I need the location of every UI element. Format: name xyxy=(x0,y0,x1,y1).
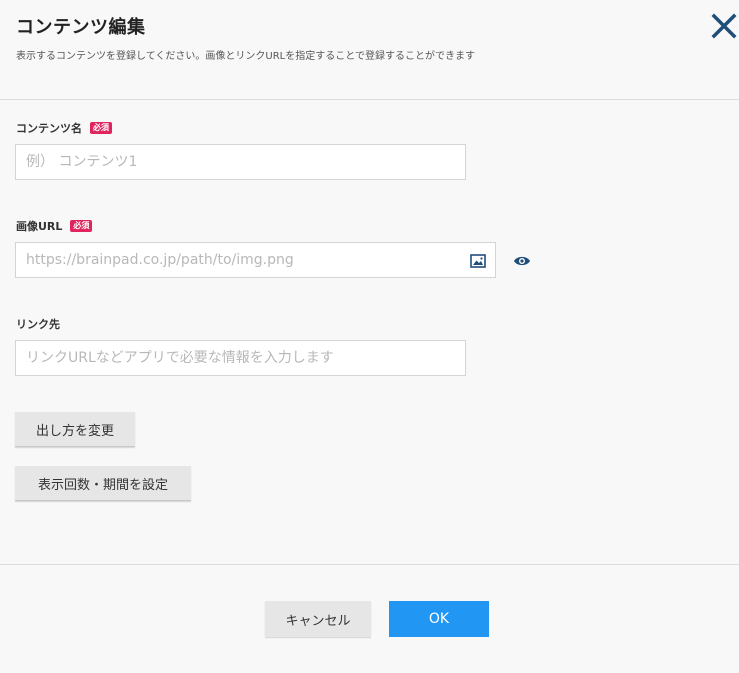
link-label-row: リンク先 xyxy=(16,316,60,332)
required-badge: 必須 xyxy=(90,122,112,134)
content-name-label-row: コンテンツ名 必須 xyxy=(16,120,112,136)
link-label: リンク先 xyxy=(16,318,60,331)
link-input[interactable] xyxy=(15,340,466,376)
dialog-subtitle: 表示するコンテンツを登録してください。画像とリンクURLを指定することで登録する… xyxy=(16,51,475,62)
cancel-button[interactable]: キャンセル xyxy=(265,601,371,637)
change-display-button[interactable]: 出し方を変更 xyxy=(15,412,135,447)
close-button[interactable] xyxy=(708,10,739,42)
preview-eye-icon[interactable] xyxy=(513,253,531,267)
image-icon[interactable] xyxy=(469,253,487,269)
set-period-button[interactable]: 表示回数・期間を設定 xyxy=(15,466,191,501)
close-icon xyxy=(711,13,737,39)
footer-divider xyxy=(0,564,739,565)
ok-button[interactable]: OK xyxy=(389,601,489,637)
image-url-input[interactable] xyxy=(15,242,496,278)
content-name-label: コンテンツ名 xyxy=(16,122,82,135)
image-url-label: 画像URL xyxy=(16,220,63,233)
content-name-input[interactable] xyxy=(15,144,466,180)
required-badge: 必須 xyxy=(70,220,93,232)
dialog-title: コンテンツ編集 xyxy=(16,17,146,38)
dialog-header: コンテンツ編集 表示するコンテンツを登録してください。画像とリンクURLを指定す… xyxy=(0,0,739,100)
image-url-label-row: 画像URL 必須 xyxy=(16,218,93,234)
